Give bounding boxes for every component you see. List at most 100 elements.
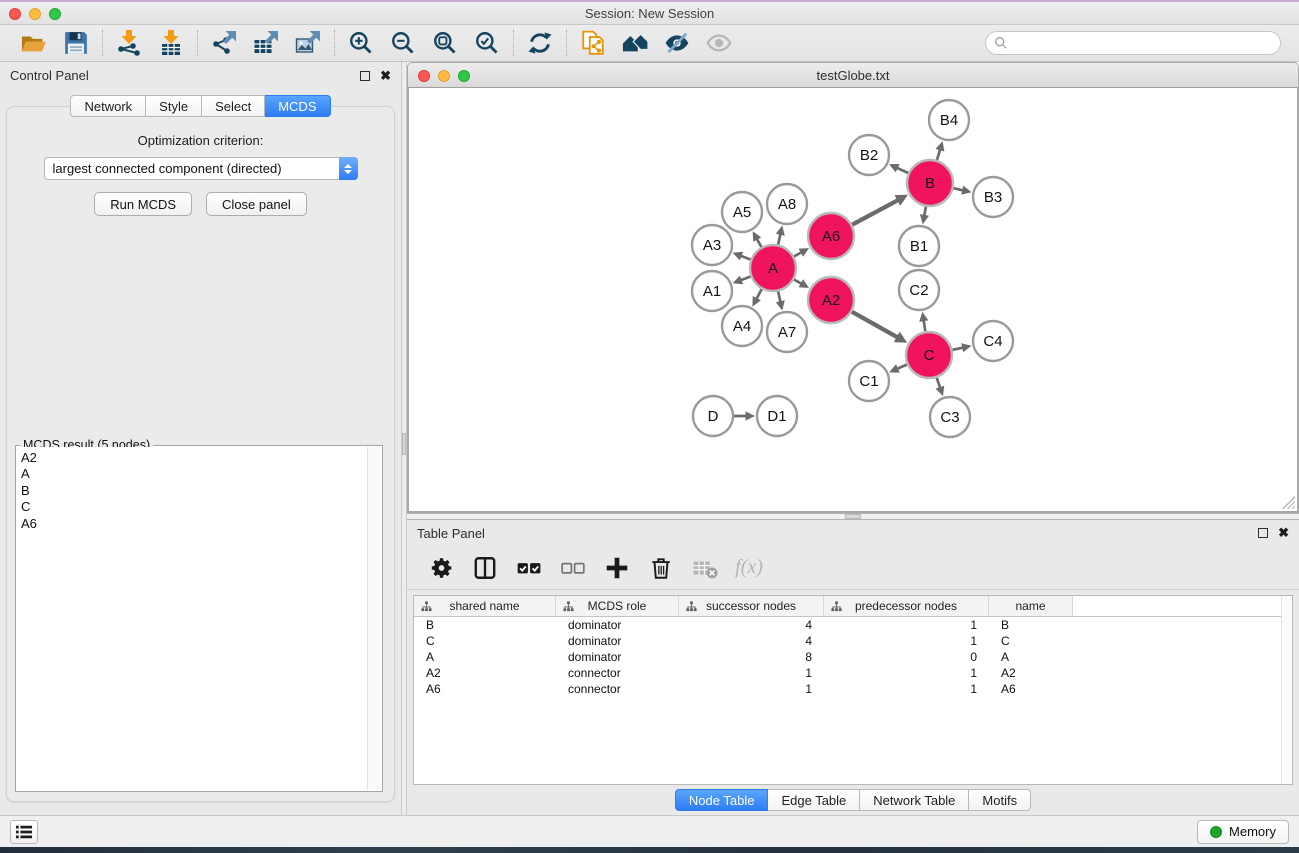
edge-C-C2[interactable] [919, 312, 928, 332]
graph-node-C[interactable]: C [906, 332, 952, 378]
graph-node-C1[interactable]: C1 [849, 361, 889, 401]
panel-splitter-horizontal[interactable] [407, 513, 1299, 520]
mcds-result-item[interactable]: A [21, 466, 367, 482]
zoom-in-button[interactable] [345, 28, 377, 58]
splitter-handle[interactable] [402, 433, 406, 455]
graph-node-B4[interactable]: B4 [929, 100, 969, 140]
search-input[interactable] [1013, 36, 1272, 50]
graph-node-C3[interactable]: C3 [930, 397, 970, 437]
graph-node-A[interactable]: A [750, 245, 796, 291]
edge-A-A5[interactable] [753, 231, 762, 247]
graph-node-A5[interactable]: A5 [722, 192, 762, 232]
delete-table-button[interactable] [691, 554, 719, 582]
search-box[interactable] [985, 31, 1281, 55]
table-row[interactable]: Adominator80A [414, 649, 1292, 665]
graph-node-D[interactable]: D [693, 396, 733, 436]
optimization-criterion-select[interactable]: largest connected component (directed) [44, 157, 358, 180]
network-maximize-button[interactable] [458, 70, 470, 82]
graph-node-C4[interactable]: C4 [973, 321, 1013, 361]
export-network-button[interactable] [208, 28, 240, 58]
settings-button[interactable] [427, 554, 455, 582]
task-history-button[interactable] [10, 820, 38, 844]
table-row[interactable]: A2connector11A2 [414, 665, 1292, 681]
show-details-button[interactable] [703, 28, 735, 58]
tab-mcds[interactable]: MCDS [265, 95, 330, 117]
table-row[interactable]: A6connector11A6 [414, 681, 1292, 697]
tab-motifs[interactable]: Motifs [969, 789, 1031, 811]
graph-node-B2[interactable]: B2 [849, 135, 889, 175]
run-mcds-button[interactable]: Run MCDS [94, 192, 192, 216]
network-minimize-button[interactable] [438, 70, 450, 82]
column-header-shared-name[interactable]: shared name [414, 596, 556, 616]
edge-B-B1[interactable] [920, 207, 929, 225]
graph-node-A1[interactable]: A1 [692, 271, 732, 311]
edge-A-A4[interactable] [752, 289, 761, 306]
close-panel-icon[interactable]: ✖ [1278, 528, 1289, 538]
edge-A-A3[interactable] [733, 252, 751, 261]
memory-button[interactable]: Memory [1197, 820, 1289, 844]
close-panel-icon[interactable]: ✖ [380, 71, 391, 81]
home-button[interactable] [619, 28, 651, 58]
graph-node-A8[interactable]: A8 [767, 184, 807, 224]
table-row[interactable]: Bdominator41B [414, 617, 1292, 633]
export-image-button[interactable] [292, 28, 324, 58]
close-panel-button[interactable]: Close panel [206, 192, 307, 216]
graph-node-A6[interactable]: A6 [808, 213, 854, 259]
delete-row-button[interactable] [647, 554, 675, 582]
mcds-result-item[interactable]: A2 [21, 450, 367, 466]
float-panel-icon[interactable] [360, 71, 370, 81]
maximize-window-button[interactable] [49, 8, 61, 20]
edge-C-C4[interactable] [952, 343, 971, 352]
import-table-button[interactable] [155, 28, 187, 58]
tab-edge-table[interactable]: Edge Table [768, 789, 860, 811]
select-all-button[interactable] [515, 554, 543, 582]
tab-select[interactable]: Select [202, 95, 265, 117]
hide-details-button[interactable] [661, 28, 693, 58]
splitter-handle[interactable] [845, 514, 861, 519]
tab-node-table[interactable]: Node Table [675, 789, 769, 811]
open-file-button[interactable] [18, 28, 50, 58]
edge-A-A1[interactable] [733, 276, 751, 285]
edge-A6-B[interactable] [852, 195, 908, 225]
minimize-window-button[interactable] [29, 8, 41, 20]
columns-button[interactable] [471, 554, 499, 582]
edge-C-C1[interactable] [889, 364, 907, 372]
table-row[interactable]: Cdominator41C [414, 633, 1292, 649]
column-header-predecessor-nodes[interactable]: predecessor nodes [824, 596, 989, 616]
save-session-button[interactable] [60, 28, 92, 58]
zoom-out-button[interactable] [387, 28, 419, 58]
column-header-successor-nodes[interactable]: successor nodes [679, 596, 824, 616]
export-table-button[interactable] [250, 28, 282, 58]
float-panel-icon[interactable] [1258, 528, 1268, 538]
edge-B-B4[interactable] [936, 141, 945, 160]
zoom-selected-button[interactable] [471, 28, 503, 58]
graph-node-C2[interactable]: C2 [899, 270, 939, 310]
network-close-button[interactable] [418, 70, 430, 82]
import-network-button[interactable] [113, 28, 145, 58]
edge-B-B3[interactable] [953, 186, 971, 195]
graph-node-A2[interactable]: A2 [808, 277, 854, 323]
function-builder-button[interactable]: f(x) [735, 554, 763, 582]
table-scrollbar[interactable] [1281, 596, 1292, 784]
edge-A2-C[interactable] [852, 312, 907, 343]
graph-node-B[interactable]: B [907, 160, 953, 206]
column-header-name[interactable]: name [989, 596, 1073, 616]
tab-style[interactable]: Style [146, 95, 202, 117]
deselect-all-button[interactable] [559, 554, 587, 582]
result-scrollbar[interactable] [367, 447, 381, 790]
mcds-result-item[interactable]: C [21, 499, 367, 515]
tab-network-table[interactable]: Network Table [860, 789, 969, 811]
add-row-button[interactable] [603, 554, 631, 582]
graph-node-B3[interactable]: B3 [973, 177, 1013, 217]
edge-C-C3[interactable] [936, 378, 945, 396]
duplicate-network-button[interactable] [577, 28, 609, 58]
edge-D-D1[interactable] [734, 411, 755, 420]
edge-A-A6[interactable] [794, 248, 809, 257]
edge-A-A8[interactable] [776, 225, 785, 244]
tab-network[interactable]: Network [70, 95, 146, 117]
apply-layout-button[interactable] [524, 28, 556, 58]
close-window-button[interactable] [9, 8, 21, 20]
zoom-fit-button[interactable] [429, 28, 461, 58]
mcds-result-item[interactable]: B [21, 483, 367, 499]
edge-A-A2[interactable] [794, 279, 809, 288]
